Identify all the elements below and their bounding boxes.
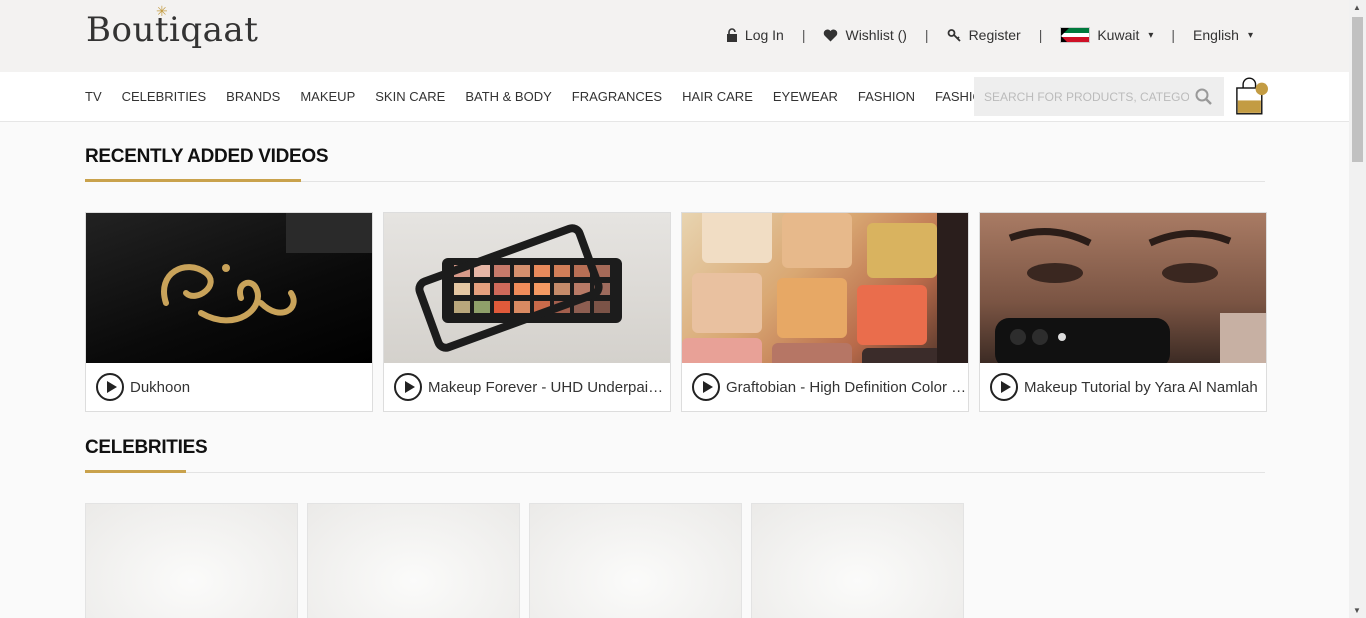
nav-item-fragrances[interactable]: FRAGRANCES	[572, 89, 662, 104]
register-link[interactable]: Register	[947, 27, 1021, 43]
nav-item-celebrities[interactable]: CELEBRITIES	[122, 89, 207, 104]
video-caption: Dukhoon	[86, 363, 372, 411]
chevron-down-icon: ▾	[1247, 29, 1253, 41]
login-link[interactable]: Log In	[726, 27, 784, 43]
nav-item-bath-body[interactable]: BATH & BODY	[465, 89, 551, 104]
search-box	[974, 77, 1224, 116]
boutiqaat-logo[interactable]: Boutiqaat ✳	[86, 4, 259, 50]
celebrities-section-title: CELEBRITIES	[85, 437, 208, 458]
lock-icon	[726, 28, 737, 42]
language-label: English	[1193, 27, 1239, 43]
scroll-down-arrow-icon[interactable]: ▼	[1353, 606, 1361, 615]
register-label: Register	[968, 27, 1021, 43]
divider: |	[1171, 27, 1176, 43]
video-thumbnail[interactable]	[682, 213, 968, 363]
video-card[interactable]: Dukhoon	[85, 212, 373, 412]
palette-image	[415, 224, 622, 352]
play-icon[interactable]	[96, 373, 124, 401]
makeup-tutorial-image	[995, 228, 1266, 363]
video-thumbnail[interactable]	[86, 213, 372, 363]
logo-text: Boutiqaat	[86, 10, 259, 50]
nav-item-skin-care[interactable]: SKIN CARE	[375, 89, 445, 104]
video-title: Makeup Tutorial by Yara Al Namlah	[1024, 378, 1258, 396]
account-links: Log In | Wishlist () | Register | Kuwait…	[726, 24, 1253, 46]
dukhoon-logo-image	[161, 213, 372, 324]
country-label: Kuwait	[1097, 27, 1140, 43]
video-thumbnail[interactable]	[980, 213, 1266, 363]
key-icon	[947, 29, 961, 42]
video-title: Makeup Forever - UHD Underpainting Palet…	[428, 378, 670, 396]
celebrity-list	[85, 503, 964, 618]
video-title: Graftobian - High Definition Color Palet…	[726, 378, 968, 396]
kuwait-flag-icon	[1060, 27, 1091, 43]
video-card[interactable]: Graftobian - High Definition Color Palet…	[681, 212, 969, 412]
celebrity-card[interactable]	[751, 503, 964, 618]
country-selector[interactable]: Kuwait ▾	[1060, 27, 1153, 43]
wishlist-label: Wishlist ()	[845, 27, 907, 43]
section-accent	[85, 179, 301, 182]
nav-item-makeup[interactable]: MAKEUP	[300, 89, 355, 104]
celebrity-card[interactable]	[85, 503, 298, 618]
celebrity-card[interactable]	[307, 503, 520, 618]
page-scrollbar[interactable]: ▲ ▼	[1349, 0, 1366, 618]
video-card[interactable]: Makeup Forever - UHD Underpainting Palet…	[383, 212, 671, 412]
video-caption: Graftobian - High Definition Color Palet…	[682, 363, 968, 411]
scroll-up-arrow-icon[interactable]: ▲	[1353, 3, 1361, 12]
heart-icon	[824, 29, 838, 41]
videos-section-title: RECENTLY ADDED VIDEOS	[85, 146, 329, 167]
video-caption: Makeup Tutorial by Yara Al Namlah	[980, 363, 1266, 411]
search-icon[interactable]	[1195, 88, 1212, 105]
section-accent	[85, 470, 186, 473]
video-card[interactable]: Makeup Tutorial by Yara Al Namlah	[979, 212, 1267, 412]
logo-star-icon: ✳	[156, 4, 169, 20]
shopping-bag-icon[interactable]	[1236, 76, 1268, 116]
divider: |	[924, 27, 929, 43]
video-caption: Makeup Forever - UHD Underpainting Palet…	[384, 363, 670, 411]
search-input[interactable]	[984, 89, 1189, 104]
language-selector[interactable]: English ▾	[1193, 27, 1253, 43]
nav-item-brands[interactable]: BRANDS	[226, 89, 280, 104]
scrollbar-thumb[interactable]	[1352, 17, 1363, 162]
nav-item-eyewear[interactable]: EYEWEAR	[773, 89, 838, 104]
video-title: Dukhoon	[130, 378, 191, 396]
play-icon[interactable]	[990, 373, 1018, 401]
celebrities-section-divider	[85, 470, 1265, 473]
celebrity-card[interactable]	[529, 503, 742, 618]
divider: |	[801, 27, 806, 43]
videos-section-divider	[85, 179, 1265, 182]
top-header: Boutiqaat ✳ Log In | Wishlist () | Regis…	[0, 0, 1349, 72]
nav-list: TV CELEBRITIES BRANDS MAKEUP SKIN CARE B…	[85, 89, 1051, 104]
video-list: Dukhoon Makeup Forever - UHD Underpainti…	[85, 212, 1267, 412]
login-label: Log In	[744, 27, 784, 43]
nav-item-tv[interactable]: TV	[85, 89, 102, 104]
color-palette-image	[682, 213, 968, 363]
chevron-down-icon: ▾	[1148, 29, 1154, 41]
divider: |	[1038, 27, 1043, 43]
nav-item-fashion[interactable]: FASHION	[858, 89, 915, 104]
play-icon[interactable]	[692, 373, 720, 401]
main-nav: TV CELEBRITIES BRANDS MAKEUP SKIN CARE B…	[0, 72, 1349, 122]
wishlist-link[interactable]: Wishlist ()	[823, 27, 907, 43]
play-icon[interactable]	[394, 373, 422, 401]
nav-item-hair-care[interactable]: HAIR CARE	[682, 89, 753, 104]
video-thumbnail[interactable]	[384, 213, 670, 363]
